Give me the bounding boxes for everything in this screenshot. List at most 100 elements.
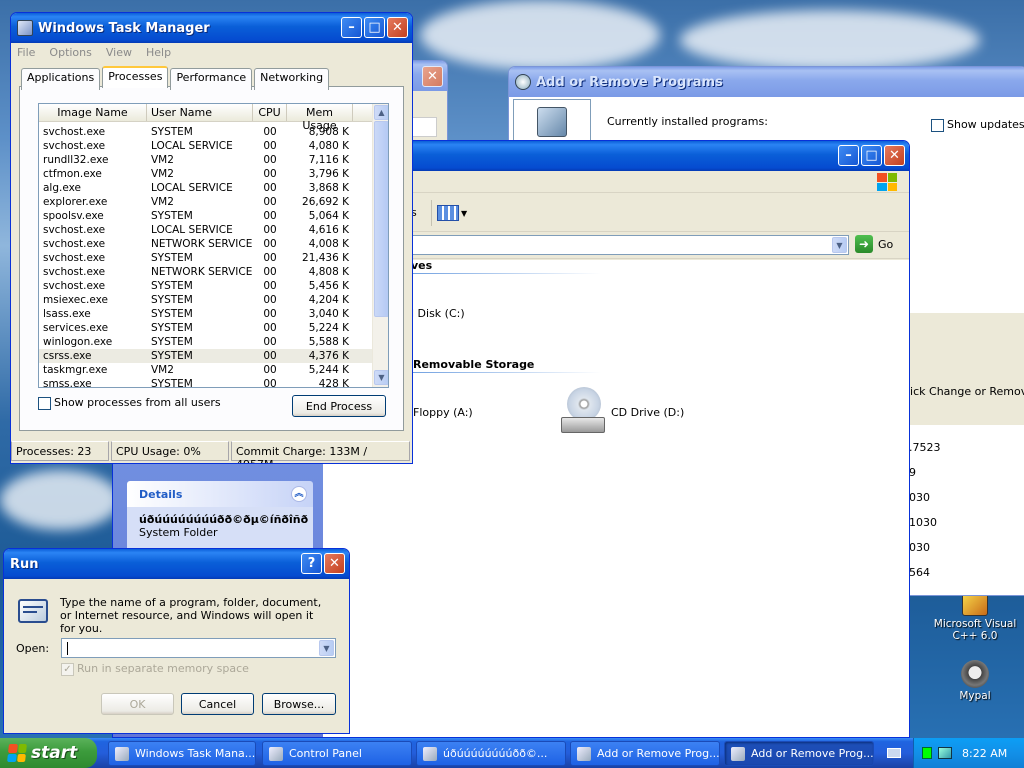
program-size: .7523	[909, 441, 941, 454]
column-cpu[interactable]: CPU	[253, 104, 287, 121]
checkbox-icon	[931, 118, 944, 132]
desktop-icon-label: Mypal	[959, 690, 991, 702]
process-user-name: SYSTEM	[151, 210, 193, 222]
process-image-name: winlogon.exe	[43, 336, 113, 348]
end-process-button[interactable]: End Process	[292, 395, 386, 417]
scroll-down-icon[interactable]: ▼	[374, 370, 388, 385]
process-row[interactable]: svchost.exe SYSTEM 00 8,908 K	[39, 125, 388, 139]
process-row[interactable]: csrss.exe SYSTEM 00 4,376 K	[39, 349, 388, 363]
tab-performance[interactable]: Performance	[170, 68, 253, 90]
process-row[interactable]: svchost.exe LOCAL SERVICE 00 4,080 K	[39, 139, 388, 153]
process-user-name: VM2	[151, 364, 174, 376]
ok-button[interactable]: OK	[101, 693, 174, 715]
go-button[interactable]: ➜ Go	[855, 235, 893, 253]
minimize-icon[interactable]: –	[838, 145, 859, 166]
views-button[interactable]: ▼	[437, 202, 471, 224]
tab-processes[interactable]: Processes	[102, 66, 169, 88]
browse-button[interactable]: Browse...	[262, 693, 336, 715]
title-bar[interactable]: Windows Task Manager – □ ✕	[11, 13, 412, 43]
taskbar-button-label: Control Panel	[289, 747, 362, 760]
taskbar-button-add-remove-2[interactable]: Add or Remove Prog...	[724, 741, 874, 766]
floppy-drive[interactable]: Floppy (A:)	[413, 406, 473, 419]
process-list[interactable]: Image Name User Name CPU Mem Usage svcho…	[38, 103, 389, 388]
dropdown-icon[interactable]: ▼	[832, 237, 847, 253]
run-dialog[interactable]: Run ? ✕ Type the name of a program, fold…	[3, 548, 350, 734]
process-row[interactable]: svchost.exe NETWORK SERVICE 00 4,808 K	[39, 265, 388, 279]
process-image-name: smss.exe	[43, 378, 92, 388]
process-row[interactable]: svchost.exe NETWORK SERVICE 00 4,008 K	[39, 237, 388, 251]
process-user-name: SYSTEM	[151, 350, 193, 362]
title-bar[interactable]: Add or Remove Programs	[509, 67, 1024, 97]
close-icon[interactable]: ✕	[422, 65, 443, 87]
start-label: start	[31, 743, 78, 763]
open-input[interactable]: ▼	[61, 638, 336, 658]
process-cpu: 00	[263, 350, 277, 362]
taskbar-button-control-panel[interactable]: Control Panel	[262, 741, 412, 766]
process-row[interactable]: svchost.exe SYSTEM 00 21,436 K	[39, 251, 388, 265]
process-row[interactable]: services.exe SYSTEM 00 5,224 K	[39, 321, 388, 335]
process-row[interactable]: alg.exe LOCAL SERVICE 00 3,868 K	[39, 181, 388, 195]
column-user-name[interactable]: User Name	[147, 104, 253, 121]
cd-drive-item[interactable]: CD Drive (D:)	[559, 387, 684, 437]
programs-box-icon	[537, 106, 567, 137]
cpu-meter-icon[interactable]	[922, 747, 932, 759]
show-all-users-checkbox[interactable]: Show processes from all users	[38, 396, 221, 410]
desktop-icon-mypal[interactable]: Mypal	[930, 660, 1020, 702]
maximize-icon[interactable]: □	[364, 17, 385, 38]
section-removable-heading: Removable Storage	[413, 358, 535, 371]
status-cpu: CPU Usage: 0%	[111, 441, 229, 461]
desktop-icon-visual-cpp[interactable]: Microsoft Visual C++ 6.0	[930, 592, 1020, 642]
process-row[interactable]: rundll32.exe VM2 00 7,116 K	[39, 153, 388, 167]
help-icon[interactable]: ?	[301, 553, 322, 574]
local-disk-c[interactable]: l Disk (C:)	[411, 307, 465, 320]
process-image-name: rundll32.exe	[43, 154, 109, 166]
dropdown-icon[interactable]: ▼	[319, 640, 334, 656]
process-row[interactable]: ctfmon.exe VM2 00 3,796 K	[39, 167, 388, 181]
toolbar-separator	[431, 200, 432, 226]
scroll-up-icon[interactable]: ▲	[374, 105, 388, 120]
tab-applications[interactable]: Applications	[21, 68, 101, 90]
process-row[interactable]: spoolsv.exe SYSTEM 00 5,064 K	[39, 209, 388, 223]
close-icon[interactable]: ✕	[387, 17, 408, 38]
maximize-icon[interactable]: □	[861, 145, 882, 166]
start-button[interactable]: start	[0, 738, 97, 768]
show-all-users-label: Show processes from all users	[54, 396, 221, 409]
scroll-thumb[interactable]	[374, 121, 388, 317]
taskbar-button-folder[interactable]: úðúúúúúúúúðð©...	[416, 741, 566, 766]
process-row[interactable]: taskmgr.exe VM2 00 5,244 K	[39, 363, 388, 377]
process-row[interactable]: smss.exe SYSTEM 00 428 K	[39, 377, 388, 388]
desktop-cloud	[680, 10, 980, 70]
cancel-button[interactable]: Cancel	[181, 693, 254, 715]
process-list-scrollbar[interactable]: ▲ ▼	[372, 104, 388, 387]
process-cpu: 00	[263, 238, 277, 250]
taskbar-button-task-manager[interactable]: Windows Task Mana...	[108, 741, 256, 766]
tab-networking[interactable]: Networking	[254, 68, 330, 90]
collapse-icon[interactable]: ︽	[291, 486, 307, 502]
close-icon[interactable]: ✕	[884, 145, 905, 166]
details-header[interactable]: Details ︽	[127, 481, 313, 507]
process-row[interactable]: winlogon.exe SYSTEM 00 5,588 K	[39, 335, 388, 349]
taskbar-button-add-remove-1[interactable]: Add or Remove Prog...	[570, 741, 720, 766]
minimize-icon[interactable]: –	[341, 17, 362, 38]
close-icon[interactable]: ✕	[324, 553, 345, 574]
process-row[interactable]: msiexec.exe SYSTEM 00 4,204 K	[39, 293, 388, 307]
column-mem-usage[interactable]: Mem Usage	[287, 104, 353, 132]
menu-view[interactable]: View	[106, 46, 132, 59]
process-row[interactable]: svchost.exe SYSTEM 00 5,456 K	[39, 279, 388, 293]
network-icon[interactable]	[938, 747, 952, 759]
keyboard-icon[interactable]	[887, 748, 901, 758]
change-remove-programs-button[interactable]	[513, 99, 591, 144]
process-row[interactable]: explorer.exe VM2 00 26,692 K	[39, 195, 388, 209]
menu-help[interactable]: Help	[146, 46, 171, 59]
column-image-name[interactable]: Image Name	[39, 104, 147, 121]
process-row[interactable]: lsass.exe SYSTEM 00 3,040 K	[39, 307, 388, 321]
process-row[interactable]: svchost.exe LOCAL SERVICE 00 4,616 K	[39, 223, 388, 237]
show-updates-checkbox[interactable]: Show updates	[931, 118, 1024, 132]
task-manager-window[interactable]: Windows Task Manager – □ ✕ File Options …	[10, 12, 413, 464]
details-title: Details	[139, 487, 183, 501]
clock[interactable]: 8:22 AM	[962, 747, 1007, 760]
menu-options[interactable]: Options	[49, 46, 91, 59]
process-user-name: SYSTEM	[151, 280, 193, 292]
title-bar[interactable]: Run ? ✕	[4, 549, 349, 579]
menu-file[interactable]: File	[17, 46, 35, 59]
